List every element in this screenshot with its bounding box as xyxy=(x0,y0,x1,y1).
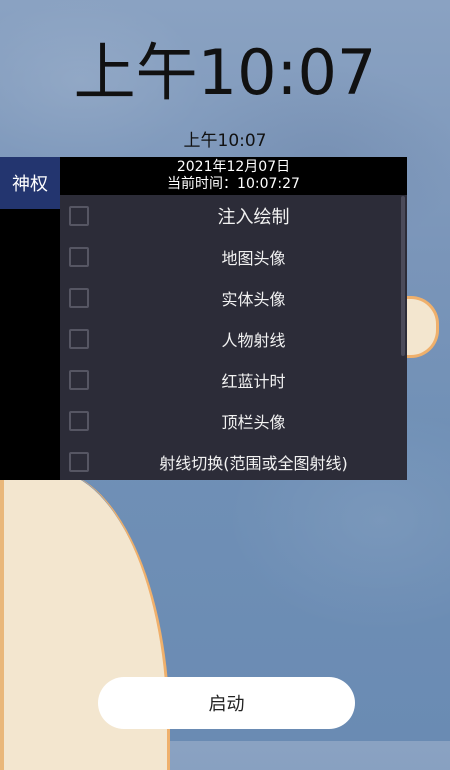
list-item-label: 地图头像 xyxy=(221,248,286,268)
list-item-label: 红蓝计时 xyxy=(221,371,286,391)
list-item[interactable]: 地图头像 xyxy=(60,236,407,277)
checkbox[interactable] xyxy=(69,287,89,308)
list-item-label: 实体头像 xyxy=(221,289,286,309)
lockscreen-clock: 上午10:07 xyxy=(73,36,377,109)
list-item[interactable]: 注入绘制 xyxy=(60,195,407,236)
checkbox[interactable] xyxy=(69,246,89,267)
checkbox[interactable] xyxy=(69,410,89,431)
date-text: 2021年12月07日 xyxy=(176,159,291,175)
side-panel: 神权 xyxy=(0,157,62,480)
list-item[interactable]: 射线切换(范围或全图射线) xyxy=(60,441,407,482)
feature-list: 注入绘制 地图头像 实体头像 人物射线 红蓝计时 顶栏头像 射线切换(范围或全图… xyxy=(60,195,407,480)
list-item-label: 顶栏头像 xyxy=(221,412,286,432)
list-item-label: 人物射线 xyxy=(221,330,286,350)
current-time-text: 当前时间：10:07:27 xyxy=(167,176,300,192)
checkbox[interactable] xyxy=(69,205,89,226)
panel-header: 2021年12月07日 当前时间：10:07:27 xyxy=(60,157,407,195)
launch-button[interactable]: 启动 xyxy=(98,677,355,729)
list-item[interactable]: 顶栏头像 xyxy=(60,400,407,441)
checkbox[interactable] xyxy=(69,451,89,472)
list-item-label: 注入绘制 xyxy=(217,206,290,228)
checkbox[interactable] xyxy=(69,328,89,349)
overlay-clock: 上午10:07 xyxy=(183,131,267,151)
list-item-label: 射线切换(范围或全图射线) xyxy=(159,453,348,473)
list-scrollbar[interactable] xyxy=(401,196,405,356)
list-item[interactable]: 实体头像 xyxy=(60,277,407,318)
tab-shenquan[interactable]: 神权 xyxy=(0,157,60,209)
list-item[interactable]: 红蓝计时 xyxy=(60,359,407,400)
list-item[interactable]: 人物射线 xyxy=(60,318,407,359)
checkbox[interactable] xyxy=(69,369,89,390)
